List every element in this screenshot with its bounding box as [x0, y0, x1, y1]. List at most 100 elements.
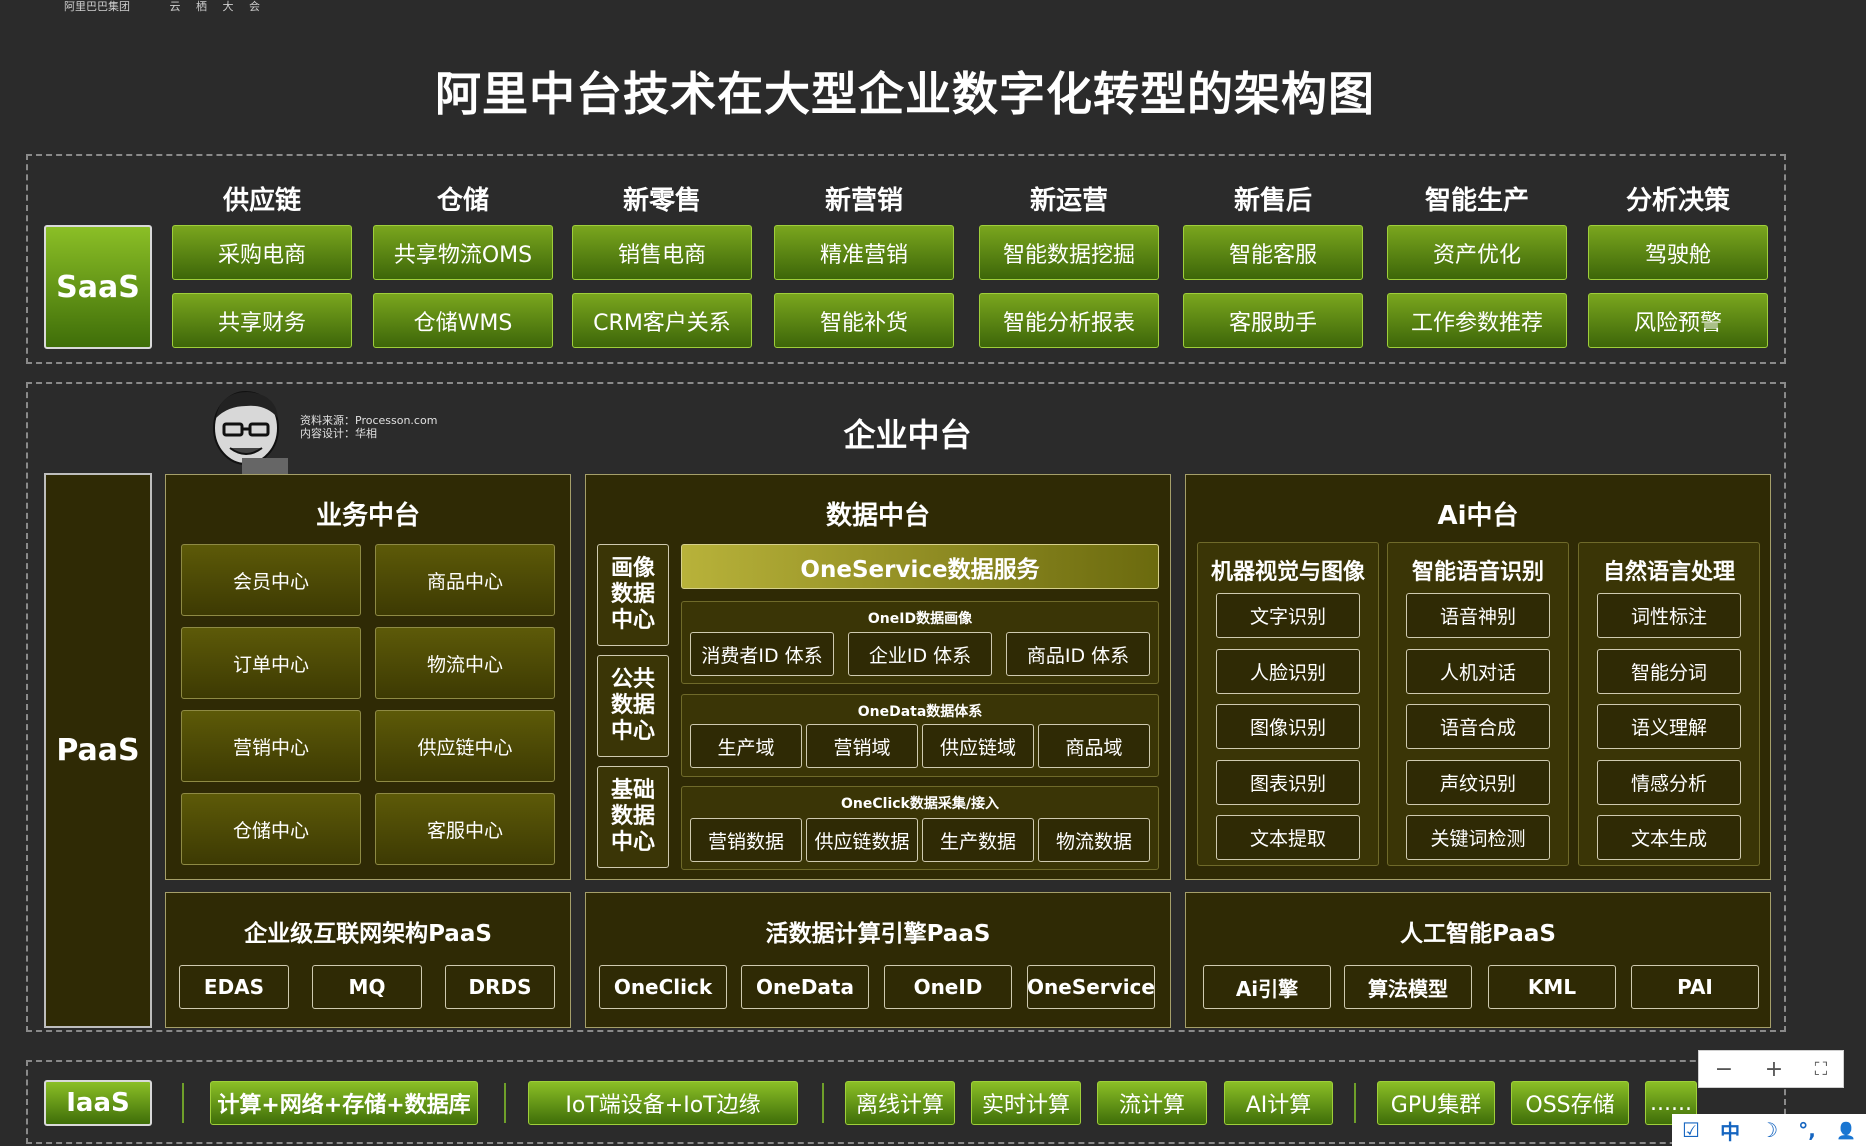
logo-main: 阿里巴巴集团 — [64, 0, 130, 13]
ime-user-icon[interactable]: 👤 — [1836, 1121, 1856, 1140]
zoom-controls: − + ⛶ — [1698, 1050, 1844, 1088]
saas-column-head: 新售后 — [1233, 186, 1312, 216]
paas-row-item[interactable]: 算法模型 — [1344, 965, 1472, 1009]
business-center-item[interactable]: 商品中心 — [375, 544, 555, 616]
header-logo: 阿里巴巴集团 云 栖 大 会 — [0, 0, 266, 14]
onedata-item[interactable]: 供应链域 — [922, 724, 1034, 768]
saas-item[interactable]: 智能补货 — [774, 293, 954, 348]
ai-item[interactable]: 文本生成 — [1597, 815, 1741, 860]
paas-row-item[interactable]: Ai引擎 — [1203, 965, 1331, 1009]
paas-row-item[interactable]: OneData — [741, 965, 869, 1009]
data-platform-title: 数据中台 — [825, 501, 930, 531]
iaas-item[interactable]: OSS存储 — [1511, 1081, 1629, 1125]
paas-row-item[interactable]: KML — [1488, 965, 1616, 1009]
data-side-center-label: 公共 数据 中心 — [610, 667, 655, 744]
saas-item[interactable]: CRM客户关系 — [572, 293, 752, 348]
iaas-item[interactable]: IoT端设备+IoT边缘 — [528, 1081, 798, 1125]
fit-screen-icon[interactable]: ⛶ — [1815, 1059, 1828, 1080]
oneclick-item[interactable]: 生产数据 — [922, 818, 1034, 862]
paas-row-item[interactable]: PAI — [1631, 965, 1759, 1009]
data-side-center[interactable]: 基础 数据 中心 — [597, 766, 669, 868]
iaas-item[interactable]: 实时计算 — [971, 1081, 1081, 1125]
iaas-separator — [1354, 1083, 1356, 1123]
iaas-item[interactable]: 流计算 — [1097, 1081, 1207, 1125]
saas-item[interactable]: 风险预警 — [1588, 293, 1768, 348]
business-center-item[interactable]: 订单中心 — [181, 627, 361, 699]
ai-subpanel-head: 机器视觉与图像 — [1210, 560, 1365, 585]
ai-item[interactable]: 人脸识别 — [1216, 648, 1360, 694]
ai-item[interactable]: 词性标注 — [1597, 593, 1741, 638]
oneclick-head: OneClick数据采集/接入 — [841, 796, 999, 812]
saas-column-head: 新运营 — [1029, 186, 1108, 216]
page-title: 阿里中台技术在大型企业数字化转型的架构图 — [435, 67, 1375, 121]
saas-item[interactable]: 共享财务 — [172, 293, 352, 348]
saas-column-head: 新营销 — [824, 186, 903, 216]
paas-row-item[interactable]: OneClick — [599, 965, 727, 1009]
saas-item[interactable]: 资产优化 — [1387, 225, 1567, 280]
business-center-item[interactable]: 客服中心 — [375, 793, 555, 865]
ai-subpanel-head: 智能语音识别 — [1411, 560, 1544, 585]
ai-item[interactable]: 图表识别 — [1216, 759, 1360, 805]
business-center-item[interactable]: 仓储中心 — [181, 793, 361, 865]
onedata-item[interactable]: 商品域 — [1038, 724, 1150, 768]
oneid-item[interactable]: 企业ID 体系 — [848, 632, 992, 676]
ai-item[interactable]: 智能分词 — [1597, 648, 1741, 694]
saas-item[interactable]: 客服助手 — [1183, 293, 1363, 348]
iaas-item[interactable]: 计算+网络+存储+数据库 — [210, 1081, 478, 1125]
business-center-item[interactable]: 供应链中心 — [375, 710, 555, 782]
iaas-item[interactable]: 离线计算 — [845, 1081, 955, 1125]
saas-item[interactable]: 工作参数推荐 — [1387, 293, 1567, 348]
ai-item[interactable]: 文字识别 — [1216, 593, 1360, 638]
saas-column-head: 仓储 — [436, 186, 489, 216]
saas-item[interactable]: 销售电商 — [572, 225, 752, 280]
business-center-item[interactable]: 营销中心 — [181, 710, 361, 782]
ime-check-icon[interactable]: ☑ — [1682, 1118, 1700, 1142]
saas-item[interactable]: 智能客服 — [1183, 225, 1363, 280]
source-note: 资料来源：Processon.com 内容设计：华相 — [300, 414, 437, 440]
ai-item[interactable]: 声纹识别 — [1406, 759, 1550, 805]
ai-item[interactable]: 语义理解 — [1597, 704, 1741, 749]
ai-item[interactable]: 关键词检测 — [1406, 815, 1550, 860]
business-center-item[interactable]: 物流中心 — [375, 627, 555, 699]
ai-item[interactable]: 语音合成 — [1406, 704, 1550, 749]
saas-item[interactable]: 智能分析报表 — [979, 293, 1159, 348]
business-platform-title: 业务中台 — [315, 501, 420, 531]
ime-punctuation-icon[interactable]: °, — [1798, 1118, 1816, 1142]
saas-item[interactable]: 共享物流OMS — [373, 225, 553, 280]
paas-row-item[interactable]: EDAS — [179, 965, 289, 1009]
oneid-head: OneID数据画像 — [867, 611, 973, 627]
ai-item[interactable]: 人机对话 — [1406, 648, 1550, 694]
saas-item[interactable]: 采购电商 — [172, 225, 352, 280]
ai-item[interactable]: 文本提取 — [1216, 815, 1360, 860]
saas-item[interactable]: 精准营销 — [774, 225, 954, 280]
oneclick-item[interactable]: 物流数据 — [1038, 818, 1150, 862]
saas-item[interactable]: 仓储WMS — [373, 293, 553, 348]
paas-row-item[interactable]: MQ — [312, 965, 422, 1009]
ai-item[interactable]: 图像识别 — [1216, 704, 1360, 749]
onedata-item[interactable]: 生产域 — [690, 724, 802, 768]
zoom-in-button[interactable]: + — [1765, 1057, 1783, 1082]
oneclick-item[interactable]: 供应链数据 — [806, 818, 918, 862]
data-side-center[interactable]: 公共 数据 中心 — [597, 655, 669, 757]
oneclick-item[interactable]: 营销数据 — [690, 818, 802, 862]
paas-row-item[interactable]: OneID — [884, 965, 1012, 1009]
oneid-item[interactable]: 消费者ID 体系 — [690, 632, 834, 676]
iaas-item[interactable]: GPU集群 — [1377, 1081, 1495, 1125]
business-center-item[interactable]: 会员中心 — [181, 544, 361, 616]
saas-item[interactable]: 驾驶舱 — [1588, 225, 1768, 280]
zoom-out-button[interactable]: − — [1715, 1057, 1733, 1082]
iaas-item[interactable]: AI计算 — [1224, 1081, 1333, 1125]
ai-item[interactable]: 情感分析 — [1597, 759, 1741, 805]
ime-chinese-mode[interactable]: 中 — [1720, 1116, 1740, 1145]
iaas-separator — [822, 1083, 824, 1123]
ime-moon-icon[interactable]: ☽ — [1760, 1118, 1778, 1142]
paas-row-item[interactable]: OneService — [1027, 965, 1155, 1009]
onedata-item[interactable]: 营销域 — [806, 724, 918, 768]
paas-row-title: 企业级互联网架构PaaS — [244, 921, 492, 947]
saas-item[interactable]: 智能数据挖掘 — [979, 225, 1159, 280]
oneservice-banner: OneService数据服务 — [681, 544, 1159, 589]
ai-item[interactable]: 语音神别 — [1406, 593, 1550, 638]
oneid-item[interactable]: 商品ID 体系 — [1006, 632, 1150, 676]
data-side-center[interactable]: 画像 数据 中心 — [597, 544, 669, 646]
paas-row-item[interactable]: DRDS — [445, 965, 555, 1009]
